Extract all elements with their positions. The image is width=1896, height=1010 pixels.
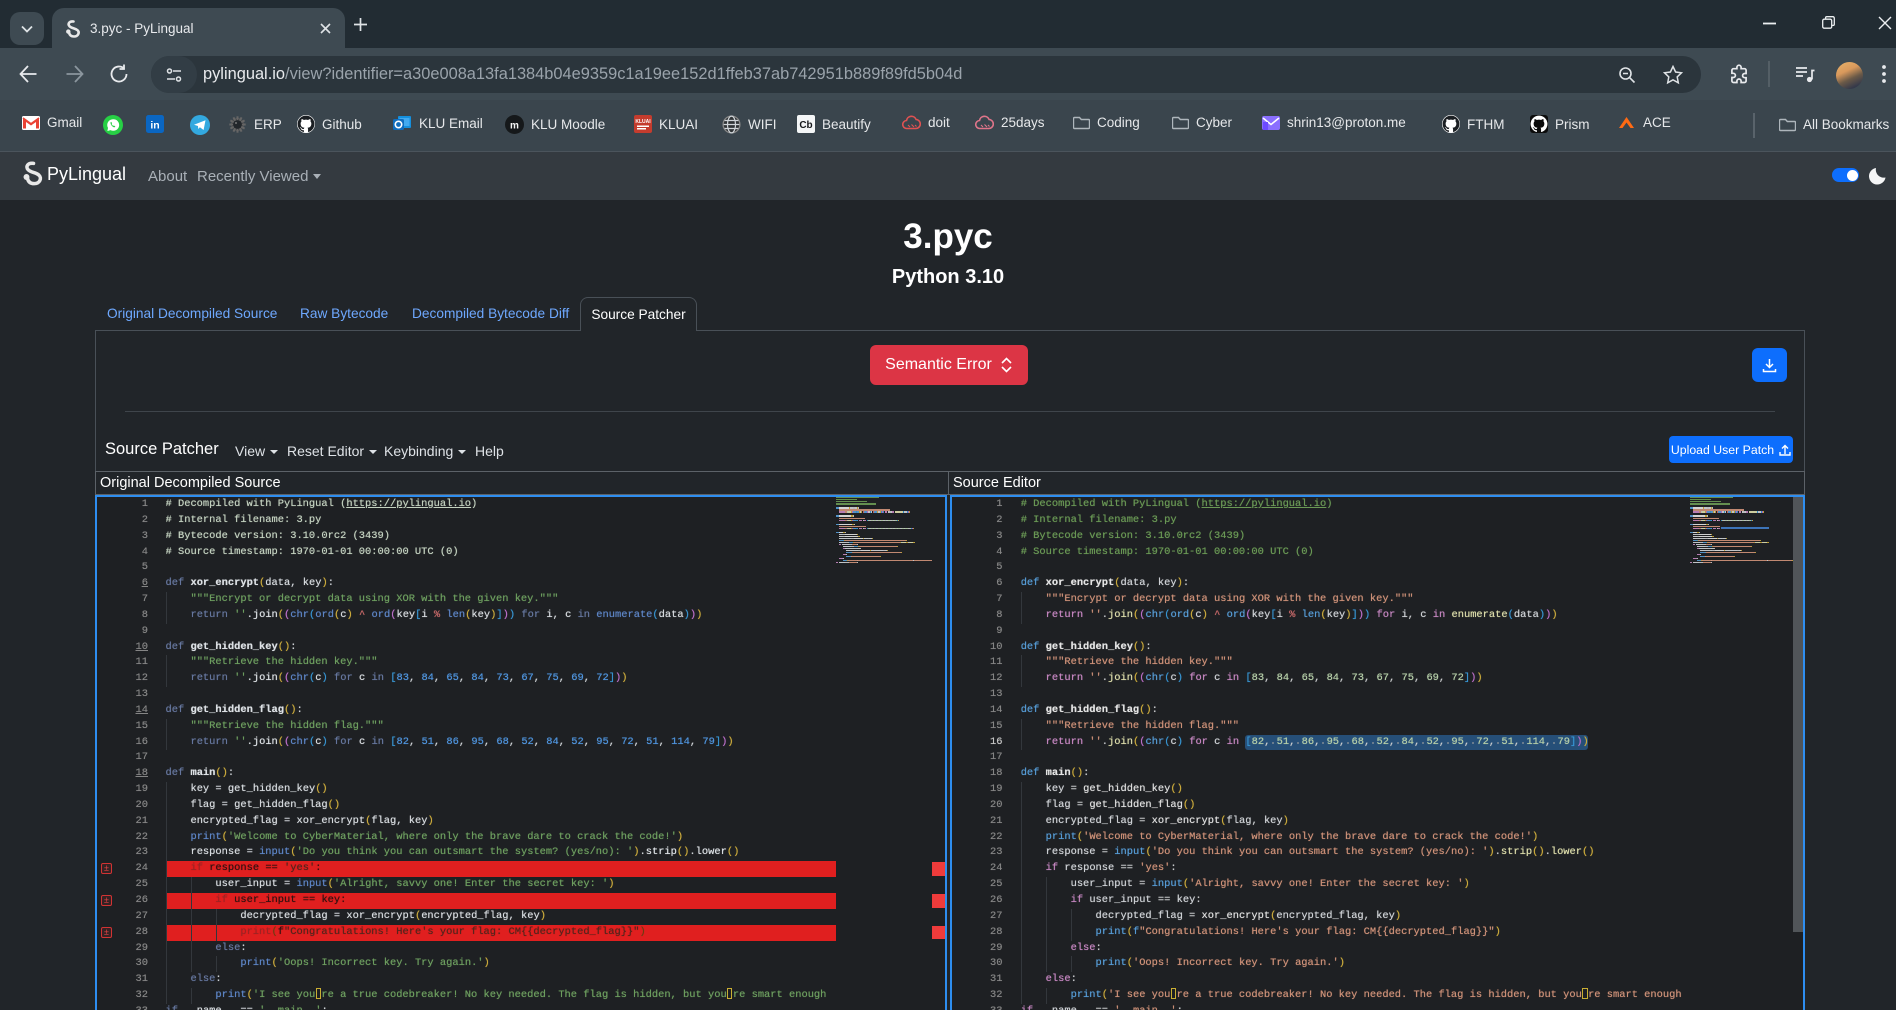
svg-text:m: m — [510, 121, 519, 132]
svg-text:in: in — [150, 120, 159, 132]
svg-text:Cb: Cb — [799, 120, 812, 131]
svg-text:KLUAI: KLUAI — [635, 119, 651, 125]
